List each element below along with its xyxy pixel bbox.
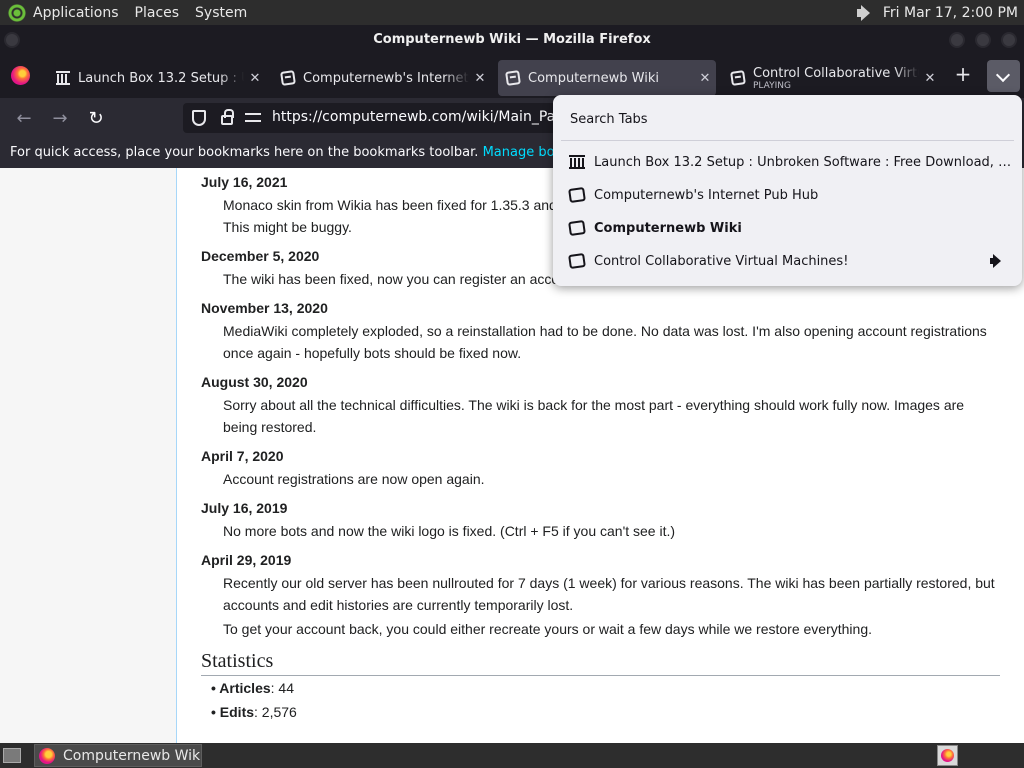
- speaker-icon[interactable]: [990, 254, 1006, 268]
- tab-list-label: Computernewb Wiki: [594, 220, 742, 236]
- stat-label: Edits: [219, 704, 255, 720]
- window-menu-button[interactable]: [4, 32, 20, 48]
- places-menu[interactable]: Places: [135, 5, 180, 21]
- system-menu[interactable]: System: [195, 5, 247, 21]
- tab-list-item-computernewb-wiki[interactable]: Computernewb Wiki: [561, 213, 1014, 243]
- lock-icon[interactable]: [221, 109, 234, 125]
- show-desktop-icon[interactable]: [3, 748, 21, 763]
- news-text: Account registrations are now open again…: [223, 471, 485, 487]
- stat-articles: Articles: 44: [201, 676, 1001, 700]
- new-tab-button[interactable]: +: [952, 64, 974, 86]
- back-button[interactable]: ←: [12, 107, 36, 131]
- tab-playing-label: PLAYING: [753, 80, 791, 91]
- tab-computernewb-wiki[interactable]: Computernewb Wiki ✕: [498, 60, 716, 96]
- tab-list-label: Launch Box 13.2 Setup : Unbroken Softwar…: [594, 154, 1014, 170]
- tab-strip: Launch Box 13.2 Setup : Unbroken Softwar…: [0, 54, 1024, 98]
- stat-value: : 44: [270, 680, 294, 696]
- stat-edits: Edits: 2,576: [201, 700, 1001, 724]
- computer-icon: [568, 219, 586, 237]
- tab-label: Launch Box 13.2 Setup : Unbroken Softwar…: [78, 70, 244, 86]
- firefox-icon: [39, 747, 55, 764]
- close-tab-icon[interactable]: ✕: [469, 71, 491, 86]
- permissions-icon[interactable]: [245, 110, 263, 126]
- clock[interactable]: Fri Mar 17, 2:00 PM: [883, 5, 1018, 21]
- news-text: To get your account back, you could eith…: [223, 621, 872, 637]
- tab-label-wrap: Control Collaborative Virtual Machines! …: [753, 66, 919, 91]
- news-text: Recently our old server has been nullrou…: [223, 575, 995, 613]
- url-bar[interactable]: https://computernewb.com/wiki/Main_Page: [183, 103, 573, 133]
- news-date: July 16, 2019: [201, 500, 288, 516]
- volume-icon[interactable]: [855, 4, 875, 21]
- news-date: November 13, 2020: [201, 300, 328, 316]
- computer-icon: [568, 252, 586, 270]
- window-title-bar: Computernewb Wiki — Mozilla Firefox: [0, 25, 1024, 54]
- tab-list-item-launch-box[interactable]: Launch Box 13.2 Setup : Unbroken Softwar…: [561, 147, 1014, 177]
- applications-menu-icon[interactable]: [8, 3, 26, 22]
- bookmarks-hint: For quick access, place your bookmarks h…: [10, 145, 479, 160]
- close-tab-icon[interactable]: ✕: [244, 71, 266, 86]
- tracking-protection-icon[interactable]: [192, 110, 206, 126]
- chevron-down-icon: [995, 67, 1011, 83]
- computer-icon: [730, 70, 746, 86]
- tab-list-item-pub-hub[interactable]: Computernewb's Internet Pub Hub: [561, 180, 1014, 210]
- window-title: Computernewb Wiki — Mozilla Firefox: [373, 32, 651, 47]
- close-tab-icon[interactable]: ✕: [694, 71, 716, 86]
- forward-button[interactable]: →: [48, 107, 72, 131]
- bottom-taskbar: Computernewb Wik...: [0, 743, 1024, 768]
- firefox-tray-icon[interactable]: [937, 745, 958, 766]
- tab-list-item-collab-vm[interactable]: Control Collaborative Virtual Machines!: [561, 246, 1014, 276]
- tab-list-label: Computernewb's Internet Pub Hub: [594, 187, 819, 203]
- library-icon: [56, 71, 70, 85]
- tab-label: Computernewb's Internet Pub Hub: [303, 70, 469, 86]
- tab-label: Control Collaborative Virtual Machines!: [753, 65, 919, 81]
- taskbar-firefox-window[interactable]: Computernewb Wik...: [34, 744, 202, 767]
- news-text: Sorry about all the technical difficulti…: [223, 397, 965, 435]
- all-tabs-panel: Search Tabs Launch Box 13.2 Setup : Unbr…: [553, 95, 1022, 286]
- maximize-button[interactable]: [975, 32, 991, 48]
- computer-icon: [505, 70, 521, 86]
- tab-label: Computernewb Wiki: [528, 70, 659, 86]
- top-panel: Applications Places System Fri Mar 17, 2…: [0, 0, 1024, 25]
- news-date: April 29, 2019: [201, 552, 292, 568]
- close-tab-icon[interactable]: ✕: [919, 71, 941, 86]
- statistics-heading: Statistics: [201, 650, 1000, 676]
- firefox-view-icon[interactable]: [11, 66, 30, 85]
- library-icon: [569, 155, 585, 169]
- tab-pub-hub[interactable]: Computernewb's Internet Pub Hub ✕: [273, 60, 491, 96]
- url-text[interactable]: https://computernewb.com/wiki/Main_Page: [272, 109, 573, 125]
- search-tabs-item[interactable]: Search Tabs: [570, 112, 648, 127]
- list-all-tabs-button[interactable]: [987, 60, 1020, 92]
- stat-label: Articles: [219, 680, 271, 696]
- news-date: August 30, 2020: [201, 374, 308, 390]
- tab-list-label: Control Collaborative Virtual Machines!: [594, 253, 849, 269]
- minimize-button[interactable]: [949, 32, 965, 48]
- news-text: No more bots and now the wiki logo is fi…: [223, 523, 676, 539]
- tab-collab-vm[interactable]: Control Collaborative Virtual Machines! …: [723, 60, 941, 96]
- news-text: MediaWiki completely exploded, so a rein…: [223, 323, 987, 361]
- wiki-sidebar: [0, 168, 177, 743]
- computer-icon: [568, 186, 586, 204]
- taskbar-window-label: Computernewb Wik...: [63, 747, 202, 764]
- close-window-button[interactable]: [1001, 32, 1017, 48]
- news-date: April 7, 2020: [201, 448, 284, 464]
- tab-launch-box[interactable]: Launch Box 13.2 Setup : Unbroken Softwar…: [48, 60, 266, 96]
- computer-icon: [280, 70, 296, 86]
- stat-value: : 2,576: [254, 704, 297, 720]
- divider: [561, 140, 1014, 141]
- applications-menu[interactable]: Applications: [33, 5, 119, 21]
- reload-button[interactable]: ↻: [84, 107, 108, 131]
